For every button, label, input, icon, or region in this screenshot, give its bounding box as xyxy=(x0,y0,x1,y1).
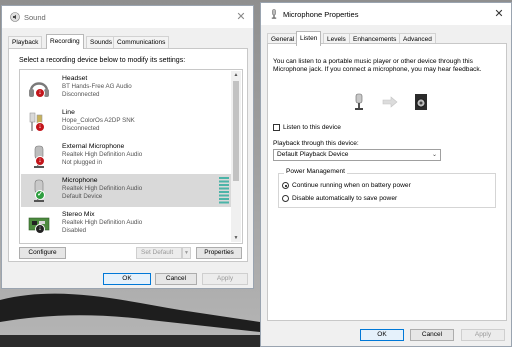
disconnected-arrow-icon: ↓ xyxy=(35,122,45,132)
device-status: Disconnected xyxy=(62,125,100,132)
scroll-down-icon[interactable]: ▼ xyxy=(231,234,241,242)
tab-sounds[interactable]: Sounds xyxy=(86,36,117,48)
device-name: External Microphone xyxy=(62,143,125,150)
properties-button[interactable]: Properties xyxy=(196,247,242,259)
device-driver: Realtek High Definition Audio xyxy=(62,219,143,226)
list-item-line[interactable]: ↓ Line Hope_ColorOs A2DP SNK Disconnecte… xyxy=(21,106,231,139)
continue-running-label[interactable]: Continue running when on battery power xyxy=(292,182,411,189)
window-title: Microphone Properties xyxy=(283,10,359,19)
speaker-icon xyxy=(415,94,427,110)
device-name: Microphone xyxy=(62,177,98,184)
listen-panel: You can listen to a portable music playe… xyxy=(267,43,507,321)
microphone-icon xyxy=(271,9,277,19)
title-bar: Sound ✕ xyxy=(2,6,253,28)
set-default-button[interactable]: Set Default xyxy=(136,247,182,259)
device-driver: Realtek High Definition Audio xyxy=(62,151,143,158)
input-level-meter xyxy=(219,177,229,204)
device-status: Disabled xyxy=(62,227,87,234)
disconnected-arrow-icon: ↓ xyxy=(35,88,45,98)
list-item-stereo-mix[interactable]: ↓ Stereo Mix Realtek High Definition Aud… xyxy=(21,208,231,241)
sound-window: Sound ✕ Playback Recording Sounds Commun… xyxy=(1,5,254,289)
disable-automatically-radio[interactable] xyxy=(282,195,289,202)
listen-to-device-checkbox[interactable] xyxy=(273,124,280,131)
apply-button[interactable]: Apply xyxy=(461,329,505,341)
title-bar: Microphone Properties ✕ xyxy=(261,3,511,25)
list-item-microphone[interactable]: ✓ Microphone Realtek High Definition Aud… xyxy=(21,174,231,207)
device-name: Stereo Mix xyxy=(62,211,95,218)
power-management-group xyxy=(278,173,496,208)
disconnected-arrow-icon: ↓ xyxy=(35,156,45,166)
tab-communications[interactable]: Communications xyxy=(113,36,170,48)
playback-device-value: Default Playback Device xyxy=(277,151,349,158)
device-name: Headset xyxy=(62,75,88,82)
ok-button[interactable]: OK xyxy=(360,329,404,341)
device-name: Line xyxy=(62,109,75,116)
device-driver: BT Hands-Free AG Audio xyxy=(62,83,132,90)
device-list-scrollbar[interactable]: ▲ ▼ xyxy=(231,71,241,242)
ok-button[interactable]: OK xyxy=(103,273,151,285)
disabled-arrow-icon: ↓ xyxy=(35,224,45,234)
tab-bar: Playback Recording Sounds Communications xyxy=(8,34,247,49)
tab-listen[interactable]: Listen xyxy=(296,31,322,46)
list-item-external-microphone[interactable]: ↓ External Microphone Realtek High Defin… xyxy=(21,140,231,173)
listen-description: You can listen to a portable music playe… xyxy=(273,58,482,74)
instruction-text: Select a recording device below to modif… xyxy=(19,57,186,64)
set-default-dropdown-icon[interactable]: ▼ xyxy=(182,247,191,259)
speaker-icon xyxy=(10,12,20,22)
scroll-up-icon[interactable]: ▲ xyxy=(231,71,241,79)
window-title: Sound xyxy=(24,13,46,22)
device-status: Default Device xyxy=(62,193,103,200)
disable-automatically-label[interactable]: Disable automatically to save power xyxy=(292,195,397,202)
power-management-title: Power Management xyxy=(284,168,348,175)
listen-to-device-label[interactable]: Listen to this device xyxy=(283,124,341,131)
arrow-right-icon xyxy=(382,96,398,108)
device-status: Disconnected xyxy=(62,91,100,98)
scrollbar-thumb[interactable] xyxy=(233,81,239,181)
continue-running-radio[interactable] xyxy=(282,182,289,189)
chevron-down-icon: ⌄ xyxy=(431,152,437,158)
close-icon[interactable]: ✕ xyxy=(492,7,506,21)
tab-recording[interactable]: Recording xyxy=(46,34,84,49)
default-device-check-icon: ✓ xyxy=(35,190,45,200)
device-driver: Realtek High Definition Audio xyxy=(62,185,143,192)
cancel-button[interactable]: Cancel xyxy=(410,329,454,341)
cancel-button[interactable]: Cancel xyxy=(155,273,197,285)
device-list[interactable]: ↓ Headset BT Hands-Free AG Audio Disconn… xyxy=(19,69,243,244)
playback-device-select[interactable]: Default Playback Device ⌄ xyxy=(273,149,441,161)
configure-button[interactable]: Configure xyxy=(19,247,66,259)
close-icon[interactable]: ✕ xyxy=(234,10,248,24)
list-item-headset[interactable]: ↓ Headset BT Hands-Free AG Audio Disconn… xyxy=(21,72,231,105)
apply-button[interactable]: Apply xyxy=(202,273,248,285)
playback-device-label: Playback through this device: xyxy=(273,140,359,147)
tab-playback[interactable]: Playback xyxy=(8,36,43,48)
device-driver: Hope_ColorOs A2DP SNK xyxy=(62,117,135,124)
microphone-properties-window: Microphone Properties ✕ General Listen L… xyxy=(260,2,512,347)
device-status: Not plugged in xyxy=(62,159,102,166)
microphone-icon xyxy=(355,93,363,110)
